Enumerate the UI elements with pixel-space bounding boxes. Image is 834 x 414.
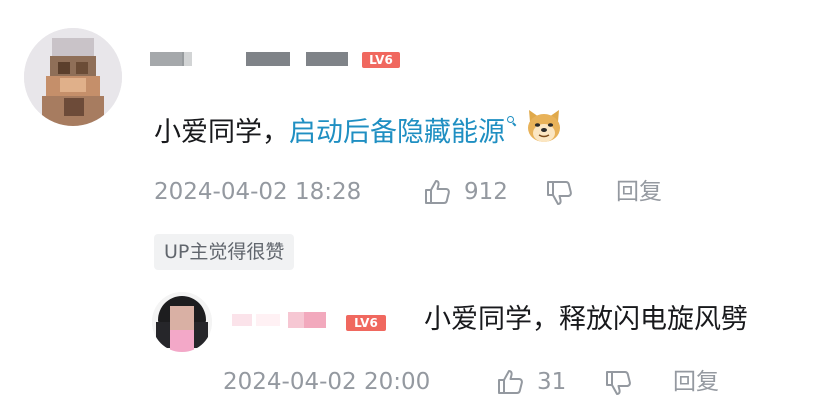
username-mosaic <box>232 314 252 326</box>
timestamp: 2024-04-02 20:00 <box>223 369 431 395</box>
like-count: 31 <box>537 369 567 395</box>
comment-meta: 2024-04-02 18:28 912 回复 <box>154 177 714 207</box>
level-badge: LV6 <box>362 52 400 68</box>
username-mosaic <box>306 52 348 66</box>
username-mosaic <box>182 52 192 66</box>
like-button[interactable] <box>424 179 452 213</box>
dislike-button[interactable] <box>605 370 633 404</box>
comment-text-plain: 小爱同学， <box>154 117 289 148</box>
avatar-pixel <box>170 330 194 352</box>
reply-button[interactable]: 回复 <box>616 177 662 207</box>
username-mosaic <box>288 312 304 328</box>
like-button[interactable] <box>497 369 525 403</box>
username-redacted[interactable] <box>232 312 332 328</box>
avatar-pixel <box>58 62 70 74</box>
up-liked-tag: UP主觉得很赞 <box>154 234 295 270</box>
avatar-pixel <box>170 306 194 330</box>
search-keyword-link[interactable]: 启动后备隐藏能源 <box>289 117 505 148</box>
username-mosaic <box>150 52 184 66</box>
reply-text: 小爱同学，释放闪电旋风劈 <box>424 304 748 335</box>
username-mosaic <box>256 314 280 326</box>
reply-avatar[interactable] <box>152 292 212 352</box>
level-badge: LV6 <box>346 315 386 331</box>
dislike-button[interactable] <box>546 180 574 214</box>
timestamp: 2024-04-02 18:28 <box>154 179 362 205</box>
like-count: 912 <box>464 179 508 205</box>
thumbs-down-icon <box>606 371 631 395</box>
avatar-pixel <box>64 98 84 116</box>
thumbs-up-icon <box>498 370 523 394</box>
thumbs-down-icon <box>547 181 572 205</box>
avatar-pixel <box>76 62 88 74</box>
avatar-hair <box>156 322 170 348</box>
avatar-pixel <box>52 38 94 58</box>
username-mosaic <box>304 312 326 328</box>
reply-meta: 2024-04-02 20:00 31 回复 <box>223 367 743 397</box>
search-icon[interactable] <box>507 116 516 125</box>
avatar-pixel <box>60 78 86 92</box>
thumbs-up-icon <box>425 180 450 204</box>
username-mosaic <box>246 52 290 66</box>
comment-text: 小爱同学，启动后备隐藏能源 <box>154 110 564 153</box>
avatar-hair <box>194 322 208 348</box>
doge-emoji-icon <box>524 108 564 153</box>
avatar[interactable] <box>24 28 122 126</box>
reply-button[interactable]: 回复 <box>673 367 719 397</box>
avatar-pixel <box>50 56 96 78</box>
